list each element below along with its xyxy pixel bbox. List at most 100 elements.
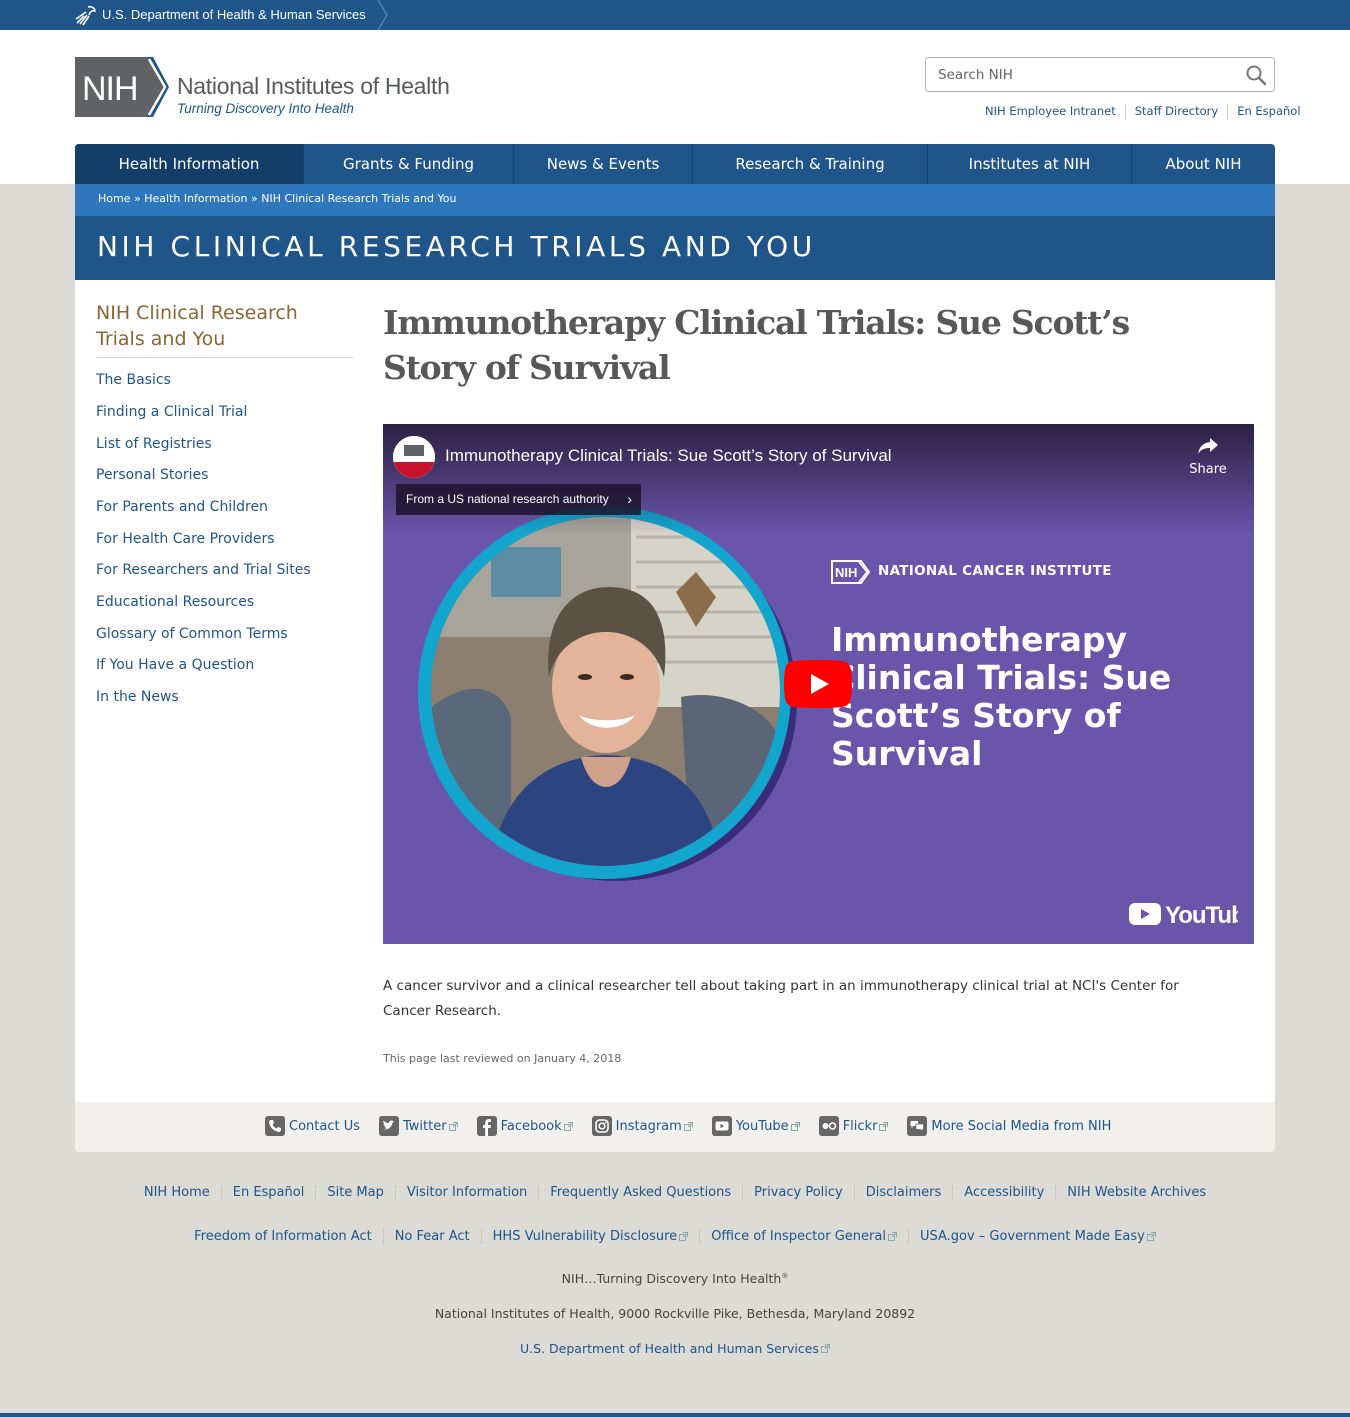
footer-nih-home[interactable]: NIH Home xyxy=(133,1185,221,1200)
footer-disclaimers[interactable]: Disclaimers xyxy=(853,1185,953,1200)
footer-oig-label: Office of Inspector General xyxy=(711,1229,886,1244)
social-links: Contact Us Twitter Facebook Instagram Yo… xyxy=(265,1116,1130,1136)
phone-icon xyxy=(265,1116,285,1136)
site-tagline: Turning Discovery Into Health xyxy=(177,101,354,116)
channel-avatar[interactable] xyxy=(393,436,435,478)
facebook-label: Facebook xyxy=(500,1118,562,1134)
instagram-link[interactable]: Instagram xyxy=(591,1116,693,1136)
external-link-icon xyxy=(790,1121,800,1131)
authority-chip[interactable]: From a US national research authority › xyxy=(396,484,641,515)
external-link-icon xyxy=(683,1121,693,1131)
share-label: Share xyxy=(1189,462,1227,477)
external-link-icon xyxy=(820,1344,830,1353)
breadcrumb-current: NIH Clinical Research Trials and You xyxy=(261,192,457,205)
sidebar-item-parents-children[interactable]: For Parents and Children xyxy=(96,499,268,515)
footer-privacy[interactable]: Privacy Policy xyxy=(742,1185,854,1200)
footer-archives[interactable]: NIH Website Archives xyxy=(1055,1185,1217,1200)
footer-foia[interactable]: Freedom of Information Act xyxy=(183,1229,383,1244)
article-title: Immunotherapy Clinical Trials: Sue Scott… xyxy=(383,303,1130,387)
footer-address: National Institutes of Health, 9000 Rock… xyxy=(434,1306,916,1321)
footer-links-secondary: Freedom of Information Act No Fear Act H… xyxy=(0,1229,1350,1244)
footer-links-primary: NIH Home En Español Site Map Visitor Inf… xyxy=(0,1185,1350,1200)
instagram-icon xyxy=(591,1116,612,1136)
twitter-icon xyxy=(379,1116,399,1136)
espanol-link[interactable]: En Español xyxy=(1227,104,1301,120)
survivor-photo-image xyxy=(431,517,780,866)
nih-logo-icon[interactable]: NIH xyxy=(75,57,169,117)
external-link-icon xyxy=(1146,1232,1156,1241)
chat-icon xyxy=(907,1116,928,1136)
twitter-link[interactable]: Twitter xyxy=(379,1116,458,1136)
hhs-link[interactable]: U.S. Department of Health & Human Servic… xyxy=(102,7,366,22)
chevron-right-icon xyxy=(377,0,388,30)
sidebar-item-the-basics[interactable]: The Basics xyxy=(96,372,171,388)
nih-badge-icon: NIH xyxy=(831,560,871,584)
footer-foia-label: Freedom of Information Act xyxy=(194,1229,372,1244)
footer-faq[interactable]: Frequently Asked Questions xyxy=(538,1185,742,1200)
play-button[interactable] xyxy=(784,660,852,708)
contact-us-link[interactable]: Contact Us xyxy=(265,1116,360,1136)
twitter-label: Twitter xyxy=(403,1118,447,1134)
employee-intranet-link[interactable]: NIH Employee Intranet xyxy=(985,104,1125,120)
instagram-label: Instagram xyxy=(615,1118,682,1134)
contact-us-label: Contact Us xyxy=(289,1118,360,1134)
nav-about[interactable]: About NIH xyxy=(1132,144,1275,184)
video-player[interactable]: Immunotherapy Clinical Trials: Sue Scott… xyxy=(383,424,1254,944)
flickr-link[interactable]: Flickr xyxy=(818,1116,889,1136)
hhs-eagle-icon xyxy=(75,5,96,26)
external-link-icon xyxy=(887,1232,897,1241)
sidebar-item-finding-trial[interactable]: Finding a Clinical Trial xyxy=(96,404,247,420)
video-title[interactable]: Immunotherapy Clinical Trials: Sue Scott… xyxy=(445,446,892,466)
breadcrumb-home[interactable]: Home xyxy=(98,192,130,205)
registered-mark: ® xyxy=(781,1271,789,1280)
share-button[interactable]: Share xyxy=(1183,436,1233,486)
nav-institutes[interactable]: Institutes at NIH xyxy=(928,144,1132,184)
footer-hhs-label: U.S. Department of Health and Human Serv… xyxy=(520,1341,819,1356)
staff-directory-link[interactable]: Staff Directory xyxy=(1124,104,1227,120)
search-input[interactable] xyxy=(926,58,1236,91)
authority-chip-label: From a US national research authority xyxy=(406,492,609,506)
sidebar-title[interactable]: NIH Clinical Research Trials and You xyxy=(96,300,336,352)
footer-site-map[interactable]: Site Map xyxy=(315,1185,395,1200)
site-name[interactable]: National Institutes of Health xyxy=(177,73,450,100)
breadcrumb-separator: » xyxy=(130,192,145,205)
footer-no-fear[interactable]: No Fear Act xyxy=(382,1229,481,1244)
footer-hhs-vuln[interactable]: HHS Vulnerability Disclosure xyxy=(480,1229,700,1244)
search-box xyxy=(925,57,1275,92)
sidebar-item-glossary[interactable]: Glossary of Common Terms xyxy=(96,626,288,642)
external-link-icon xyxy=(679,1232,689,1241)
sidebar-item-researchers[interactable]: For Researchers and Trial Sites xyxy=(96,562,311,578)
hhs-top-bar: U.S. Department of Health & Human Servic… xyxy=(0,0,1350,30)
footer-visitor-info[interactable]: Visitor Information xyxy=(394,1185,538,1200)
social-bar: Contact Us Twitter Facebook Instagram Yo… xyxy=(75,1102,1275,1152)
nav-grants-funding[interactable]: Grants & Funding xyxy=(304,144,514,184)
more-social-link[interactable]: More Social Media from NIH xyxy=(907,1116,1111,1136)
footer-accessibility[interactable]: Accessibility xyxy=(952,1185,1055,1200)
breadcrumb-health-information[interactable]: Health Information xyxy=(144,192,247,205)
footer-usagov[interactable]: USA.gov – Government Made Easy xyxy=(907,1229,1167,1244)
footer-hhs-link[interactable]: U.S. Department of Health and Human Serv… xyxy=(520,1341,830,1356)
search-icon[interactable] xyxy=(1245,64,1267,86)
sidebar-divider xyxy=(96,357,353,358)
youtube-logo-icon[interactable]: YouTube xyxy=(1128,900,1238,928)
breadcrumb: Home » Health Information » NIH Clinical… xyxy=(75,184,1275,216)
external-link-icon xyxy=(448,1121,458,1131)
facebook-link[interactable]: Facebook xyxy=(476,1116,573,1136)
footer-espanol[interactable]: En Español xyxy=(220,1185,316,1200)
sidebar-item-providers[interactable]: For Health Care Providers xyxy=(96,531,275,547)
sidebar-item-educational[interactable]: Educational Resources xyxy=(96,594,254,610)
nav-health-information[interactable]: Health Information xyxy=(75,144,304,184)
badge-abbr: NIH xyxy=(835,565,857,580)
nav-research-training[interactable]: Research & Training xyxy=(693,144,928,184)
sidebar-item-news[interactable]: In the News xyxy=(96,689,179,705)
footer-tagline: NIH…Turning Discovery Into Health® xyxy=(0,1271,1350,1286)
more-social-label: More Social Media from NIH xyxy=(931,1118,1112,1134)
nav-news-events[interactable]: News & Events xyxy=(514,144,693,184)
footer-hhs-vuln-label: HHS Vulnerability Disclosure xyxy=(492,1229,678,1244)
sidebar-item-personal-stories[interactable]: Personal Stories xyxy=(96,467,208,483)
video-top-gradient xyxy=(383,424,1254,534)
sidebar-item-registries[interactable]: List of Registries xyxy=(96,436,212,452)
footer-oig[interactable]: Office of Inspector General xyxy=(699,1229,908,1244)
youtube-link[interactable]: YouTube xyxy=(711,1116,800,1136)
sidebar-item-question[interactable]: If You Have a Question xyxy=(96,657,254,673)
